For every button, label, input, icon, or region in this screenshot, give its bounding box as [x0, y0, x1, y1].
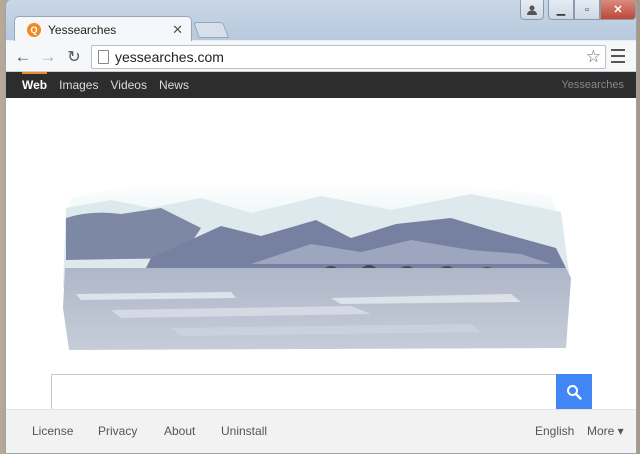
footer-privacy-link[interactable]: Privacy — [98, 424, 137, 438]
magnifier-icon — [567, 385, 582, 400]
footer-license-link[interactable]: License — [32, 424, 73, 438]
reload-icon[interactable]: ↻ — [63, 46, 85, 68]
tab-title: Yessearches — [48, 22, 117, 37]
close-tab-icon[interactable]: ✕ — [172, 22, 183, 38]
browser-toolbar: ← → ↻ yessearches.com ☆ — [6, 41, 636, 72]
yessearches-favicon-icon: Q — [27, 22, 41, 37]
address-bar[interactable]: yessearches.com ☆ — [91, 45, 606, 69]
top-navigation: Web Images Videos News Yessearches — [6, 72, 636, 98]
new-tab-button[interactable] — [193, 22, 229, 38]
search-button[interactable] — [556, 374, 592, 410]
brand-label: Yessearches — [561, 79, 624, 91]
mountain-lake-illustration — [51, 168, 581, 358]
browser-window: Q Yessearches ✕ ▁ ▫ ✕ ← → ↻ yessearches.… — [5, 0, 637, 454]
more-menu[interactable]: More ▾ — [587, 424, 624, 438]
user-profile-icon[interactable] — [520, 0, 544, 20]
nav-web[interactable]: Web — [16, 72, 53, 98]
close-window-button[interactable]: ✕ — [600, 0, 636, 20]
language-selector[interactable]: English — [535, 424, 574, 438]
nav-news[interactable]: News — [153, 72, 195, 98]
url-text[interactable]: yessearches.com — [115, 49, 224, 65]
forward-arrow-icon[interactable]: → — [37, 46, 59, 68]
back-arrow-icon[interactable]: ← — [12, 46, 34, 68]
tab-strip: Q Yessearches ✕ ▁ ▫ ✕ — [6, 0, 636, 42]
footer-about-link[interactable]: About — [164, 424, 195, 438]
footer-uninstall-link[interactable]: Uninstall — [221, 424, 267, 438]
page-footer: License Privacy About Uninstall English … — [6, 409, 636, 453]
page-icon — [98, 50, 109, 64]
bookmark-star-icon[interactable]: ☆ — [586, 47, 601, 67]
tab-yessearches[interactable]: Q Yessearches ✕ — [14, 16, 192, 42]
minimize-button[interactable]: ▁ — [548, 0, 574, 20]
nav-videos[interactable]: Videos — [104, 72, 152, 98]
page-content: Web Images Videos News Yessearches Licen… — [6, 72, 636, 453]
maximize-button[interactable]: ▫ — [574, 0, 600, 20]
nav-images[interactable]: Images — [53, 72, 104, 98]
chrome-menu-icon[interactable] — [611, 49, 625, 63]
search-input[interactable] — [51, 374, 592, 410]
